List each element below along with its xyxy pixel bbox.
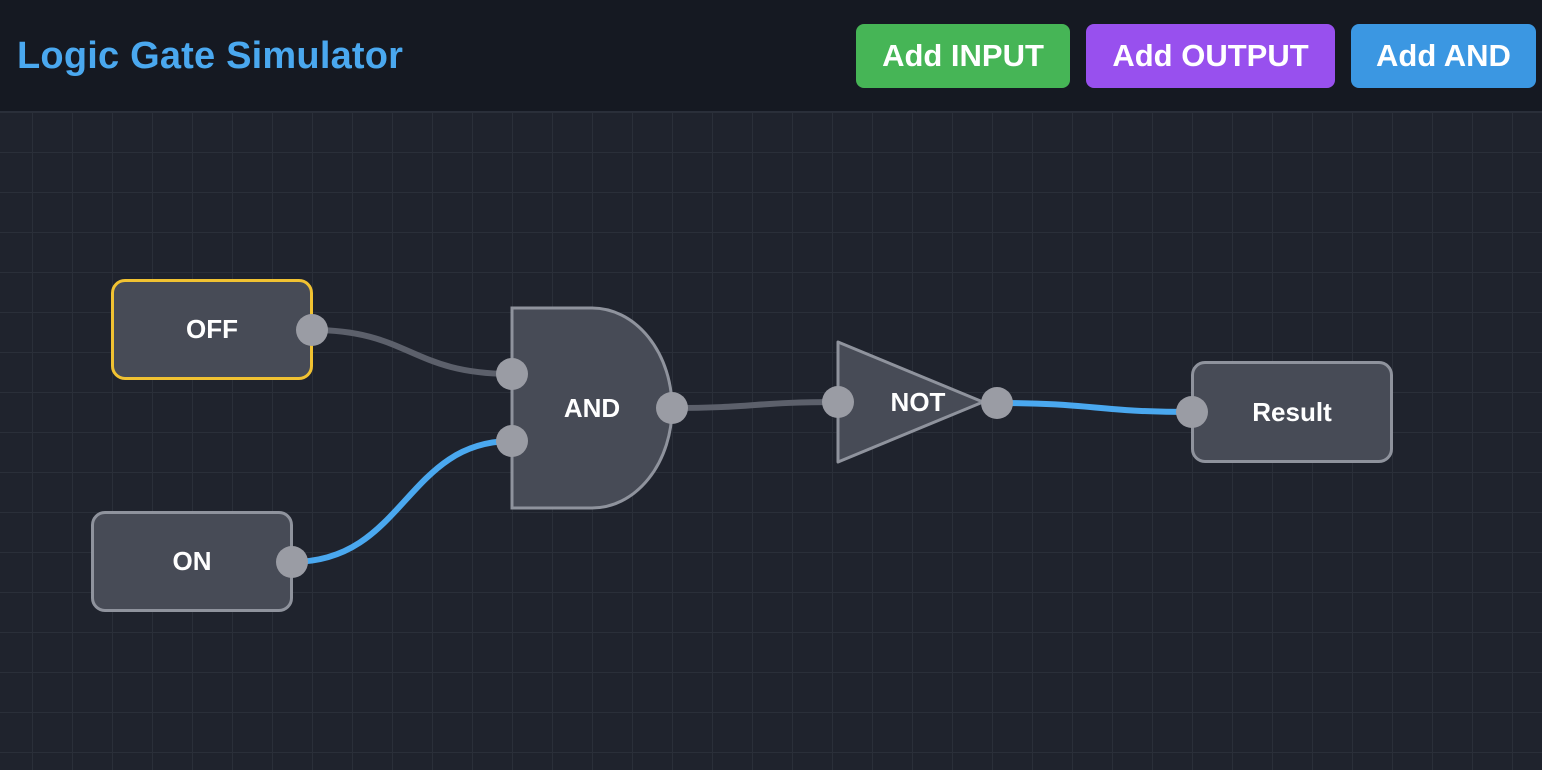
wire-off-to-and <box>309 327 515 377</box>
input-node-on[interactable]: ON <box>91 511 293 612</box>
not-output-port[interactable] <box>981 387 1013 419</box>
wire-on-to-and <box>289 438 515 565</box>
wire-and-to-not <box>669 399 841 411</box>
result-input-port[interactable] <box>1176 396 1208 428</box>
on-output-port[interactable] <box>276 546 308 578</box>
and-output-port[interactable] <box>656 392 688 424</box>
and-input-port-1[interactable] <box>496 358 528 390</box>
input-node-off[interactable]: OFF <box>111 279 313 380</box>
and-input-port-2[interactable] <box>496 425 528 457</box>
off-output-port[interactable] <box>296 314 328 346</box>
not-input-port[interactable] <box>822 386 854 418</box>
and-gate-label: AND <box>563 393 621 423</box>
wire-not-to-result <box>994 400 1195 415</box>
output-node-result[interactable]: Result <box>1191 361 1393 463</box>
not-gate-label: NOT <box>890 387 946 417</box>
